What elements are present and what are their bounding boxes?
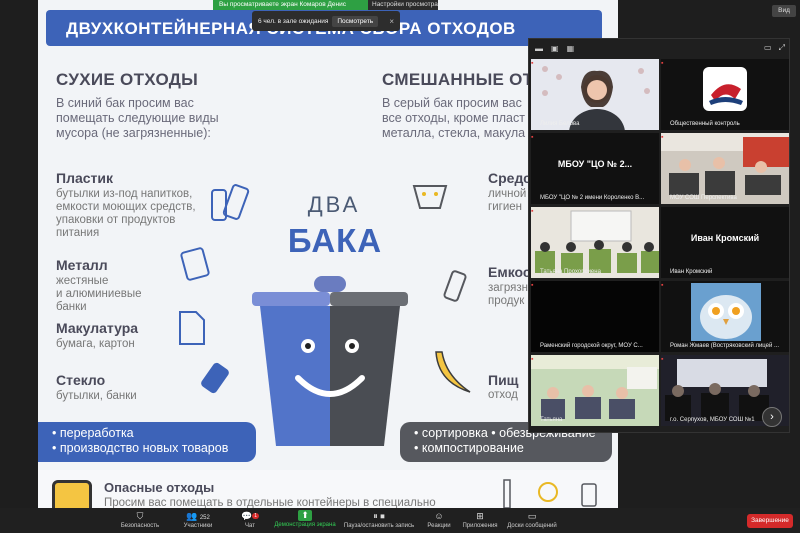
- category-plastic-desc: бутылки из-под напитков, емкости моющих с…: [56, 188, 196, 239]
- participants-button[interactable]: 👥 252 Участники: [176, 510, 220, 532]
- category-containers: Емкос: [488, 264, 531, 280]
- participant-tile[interactable]: МБОУ "ЦО № 2... ▪ МБОУ "ЦО № 2 имени Кор…: [531, 133, 659, 204]
- muted-mic-icon: ▪: [531, 60, 534, 67]
- category-metal-desc: жестяные и алюминиевые банки: [56, 275, 142, 313]
- hazard-items-icon: [503, 479, 597, 508]
- category-food-desc: отход: [488, 389, 518, 401]
- whiteboard-icon: ▭: [527, 511, 537, 521]
- share-status-text: Вы просматриваете экран Комаров Денис: [213, 0, 368, 10]
- waiting-room-view-button[interactable]: Посмотреть: [332, 15, 379, 27]
- participant-name: МОУ СОШ Перспектива: [670, 195, 737, 201]
- participant-name: Раменский городской округ, МОУ С...: [540, 343, 643, 349]
- participant-tile[interactable]: ▪ Лилия Белова: [531, 59, 659, 130]
- muted-mic-icon: ▪: [661, 282, 664, 289]
- muted-mic-icon: ▪: [661, 356, 664, 363]
- muted-mic-icon: ▪: [531, 134, 534, 141]
- category-hygiene-desc: личной гигиен: [488, 188, 527, 213]
- gallery-grid-icon[interactable]: ▦: [567, 44, 575, 53]
- participant-tile[interactable]: Иван Кромский Иван Кромский: [661, 207, 789, 278]
- recycling-benefits: • переработка • производство новых товар…: [38, 422, 256, 462]
- muted-mic-icon: ▪: [661, 134, 664, 141]
- participant-name: Татьяна: [540, 417, 563, 423]
- end-meeting-button[interactable]: Завершение: [747, 514, 793, 528]
- maximize-icon[interactable]: ⤢: [779, 43, 785, 53]
- category-food: Пищ: [488, 372, 519, 388]
- muted-mic-icon: ▪: [531, 282, 534, 289]
- chat-icon: 💬 1: [241, 511, 259, 521]
- category-hygiene: Средс: [488, 170, 531, 186]
- glass-bottle-icon: [201, 362, 229, 394]
- muted-mic-icon: ▪: [531, 208, 534, 215]
- category-paper: Макулатура: [56, 320, 139, 336]
- dry-waste-intro: В синий бак просим вас помещать следующие…: [56, 96, 219, 140]
- participant-tile[interactable]: ▪ Раменский городской округ, МОУ С...: [531, 281, 659, 352]
- minimize-icon[interactable]: ▬: [535, 44, 543, 53]
- meeting-toolbar: ⛉ Безопасность 👥 252 Участники 💬 1 Чат ⬆ …: [0, 508, 800, 533]
- screen-share-banner: Вы просматриваете экран Комаров Денис На…: [213, 0, 438, 10]
- participant-tile[interactable]: ▪ Общественный контроль: [661, 59, 789, 130]
- close-icon[interactable]: ×: [389, 17, 394, 26]
- paper-icon: [179, 311, 205, 345]
- dry-waste-heading: СУХИЕ ОТХОДЫ: [56, 70, 199, 89]
- smiley-icon: ☺: [434, 511, 444, 521]
- pin-icon[interactable]: ▣: [551, 44, 559, 53]
- zoom-window: ДВУХКОНТЕЙНЕРНАЯ СИСТЕМА СБОРА ОТХОДОВ С…: [0, 0, 800, 533]
- apps-button[interactable]: ⊞ Приложения: [460, 510, 500, 532]
- record-button[interactable]: ⏸ ⏹ Пауза/остановить запись: [342, 510, 416, 532]
- category-glass-desc: бутылки, банки: [56, 390, 137, 402]
- two-bins-label-top: ДВА: [307, 192, 361, 217]
- hazardous-waste-section: Опасные отходы Просим вас помещать в отд…: [38, 470, 618, 508]
- participant-name: Татьяна Прохорсиена: [540, 269, 601, 275]
- participant-tile[interactable]: ▪ Роман Жмаев (Востряковский лицей ...: [661, 281, 789, 352]
- participants-icon: 👥 252: [186, 511, 210, 521]
- participant-tile[interactable]: ▪ Татьяна: [531, 355, 659, 426]
- plastic-bottles-icon: [211, 184, 250, 221]
- participants-count: 252: [199, 515, 210, 521]
- banana-icon: [435, 351, 471, 393]
- waiting-room-notice: 6 чел. в зале ожидания Посмотреть ×: [252, 11, 400, 31]
- hazard-title: Опасные отходы: [104, 480, 215, 495]
- dirty-bottle-icon: [443, 270, 467, 302]
- share-screen-icon: ⬆: [298, 510, 312, 521]
- category-plastic: Пластик: [56, 170, 113, 186]
- shield-icon: ⛉: [136, 511, 144, 521]
- restore-icon[interactable]: ▭: [764, 43, 772, 53]
- participant-name: Роман Жмаев (Востряковский лицей ...: [670, 343, 780, 349]
- participant-display-name: МБОУ "ЦО № 2...: [557, 159, 633, 169]
- category-metal: Металл: [56, 257, 108, 273]
- whiteboard-button[interactable]: ▭ Доски сообщений: [504, 510, 560, 532]
- two-bins-label-bottom: БАКА: [287, 222, 383, 259]
- diaper-icon: [412, 185, 448, 209]
- participant-tile[interactable]: ▪ Татьяна Прохорсиена: [531, 207, 659, 278]
- security-button[interactable]: ⛉ Безопасность: [114, 510, 166, 532]
- apps-icon: ⊞: [476, 511, 484, 521]
- reactions-button[interactable]: ☺ Реакции: [424, 510, 454, 532]
- hazard-warning-icon: [52, 480, 92, 508]
- participant-name: Иван Кромский: [670, 269, 713, 275]
- share-screen-button[interactable]: ⬆ Демонстрация экрана: [272, 510, 338, 532]
- view-button[interactable]: Вид: [772, 5, 796, 17]
- category-glass: Стекло: [56, 372, 106, 388]
- chat-button[interactable]: 💬 1 Чат: [238, 510, 262, 532]
- smiling-bin-illustration: [252, 276, 408, 446]
- participant-gallery: ▬ ▣ ▦ ▭ ⤢ ▪ Лилия Белова ▪ Общественный …: [528, 38, 790, 433]
- next-page-chevron-icon[interactable]: ›: [762, 407, 782, 427]
- category-containers-desc: загрязн продук: [488, 282, 528, 307]
- muted-mic-icon: ▪: [531, 356, 534, 363]
- participant-name: Лилия Белова: [540, 121, 580, 127]
- participant-display-name: Иван Кромский: [690, 233, 760, 243]
- pause-stop-icon: ⏸ ⏹: [373, 511, 385, 521]
- view-options-dropdown[interactable]: Настройки просмотра: [368, 0, 438, 10]
- participant-name: МБОУ "ЦО № 2 имени Короленко В...: [540, 195, 645, 201]
- participant-name: Общественный контроль: [670, 121, 740, 127]
- category-paper-desc: бумага, картон: [56, 338, 135, 350]
- metal-can-icon: [180, 247, 210, 281]
- gallery-header: ▬ ▣ ▦ ▭ ⤢: [529, 39, 791, 57]
- chat-badge: 1: [252, 513, 259, 519]
- waiting-room-text: 6 чел. в зале ожидания: [258, 17, 329, 25]
- participant-tile[interactable]: ▪ МОУ СОШ Перспектива: [661, 133, 789, 204]
- mixed-waste-intro: В серый бак просим вас все отходы, кроме …: [382, 96, 526, 140]
- hazard-desc: Просим вас помещать в отдельные контейне…: [104, 497, 436, 508]
- muted-mic-icon: ▪: [661, 60, 664, 67]
